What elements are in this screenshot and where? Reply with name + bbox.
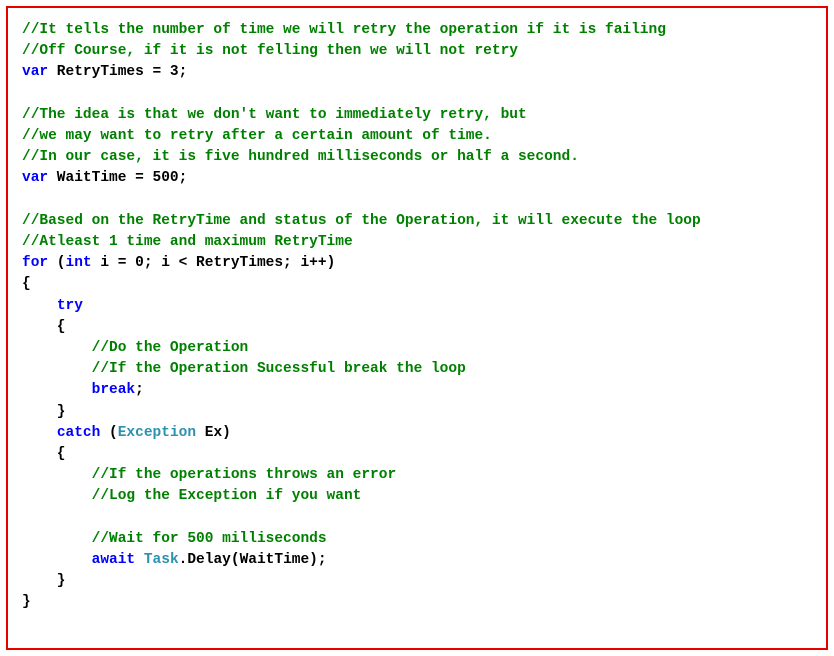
brace: } — [22, 594, 31, 610]
keyword: try — [57, 298, 83, 314]
page-frame: //It tells the number of time we will re… — [0, 0, 834, 656]
comment-line: //Based on the RetryTime and status of t… — [22, 213, 701, 229]
comment-line: //Log the Exception if you want — [22, 488, 361, 504]
brace: { — [22, 446, 66, 462]
brace: { — [22, 276, 31, 292]
code-text: i = 0; i < RetryTimes; i++) — [92, 255, 336, 271]
code-text — [135, 552, 144, 568]
comment-line: //If the operations throws an error — [22, 467, 396, 483]
comment-line: //If the Operation Sucessful break the l… — [22, 361, 466, 377]
type-name: Task — [144, 552, 179, 568]
keyword: await — [92, 552, 136, 568]
code-text: ( — [48, 255, 65, 271]
comment-line: //we may want to retry after a certain a… — [22, 128, 492, 144]
brace: } — [22, 404, 66, 420]
keyword: catch — [57, 425, 101, 441]
code-text: .Delay(WaitTime); — [179, 552, 327, 568]
comment-line: //In our case, it is five hundred millis… — [22, 149, 579, 165]
comment-line: //The idea is that we don't want to imme… — [22, 107, 527, 123]
code-text: WaitTime = 500; — [48, 170, 187, 186]
keyword: for — [22, 255, 48, 271]
comment-line: //Off Course, if it is not felling then … — [22, 43, 518, 59]
comment-line: //Atleast 1 time and maximum RetryTime — [22, 234, 353, 250]
code-text: Ex) — [196, 425, 231, 441]
comment-line: //Wait for 500 milliseconds — [22, 531, 327, 547]
code-text: RetryTimes = 3; — [48, 64, 187, 80]
keyword: var — [22, 64, 48, 80]
code-snippet-box: //It tells the number of time we will re… — [6, 6, 828, 650]
brace: } — [22, 573, 66, 589]
code-text: ; — [135, 382, 144, 398]
comment-line: //It tells the number of time we will re… — [22, 22, 666, 38]
comment-line: //Do the Operation — [22, 340, 248, 356]
type-name: Exception — [118, 425, 196, 441]
code-text: ( — [100, 425, 117, 441]
keyword: int — [66, 255, 92, 271]
keyword: var — [22, 170, 48, 186]
brace: { — [22, 319, 66, 335]
code-block: //It tells the number of time we will re… — [22, 20, 812, 614]
keyword: break — [92, 382, 136, 398]
